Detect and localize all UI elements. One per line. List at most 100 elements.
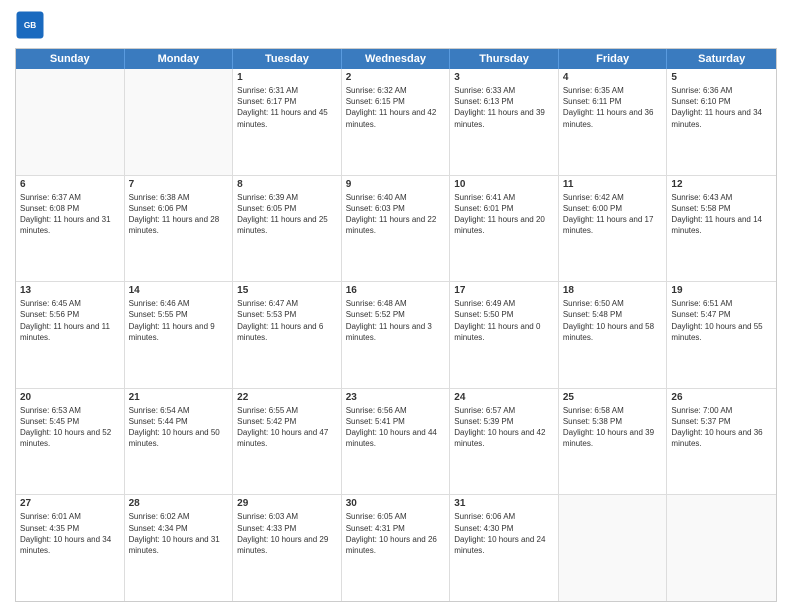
day-info: Sunrise: 6:40 AMSunset: 6:03 PMDaylight:… (346, 192, 446, 237)
calendar-day: 7 Sunrise: 6:38 AMSunset: 6:06 PMDaylight… (125, 176, 234, 282)
calendar-day: 20 Sunrise: 6:53 AMSunset: 5:45 PMDayligh… (16, 389, 125, 495)
weekday-header: Wednesday (342, 49, 451, 69)
day-number: 21 (129, 392, 229, 403)
day-info: Sunrise: 6:51 AMSunset: 5:47 PMDaylight:… (671, 298, 772, 343)
calendar-day: 28 Sunrise: 6:02 AMSunset: 4:34 PMDayligh… (125, 495, 234, 601)
day-number: 22 (237, 392, 337, 403)
calendar-day: 14Sunrise: 6:46 AMSunset: 5:55 PMDayligh… (125, 282, 234, 388)
weekday-header: Thursday (450, 49, 559, 69)
page: GB SundayMondayTuesdayWednesdayThursdayF… (0, 0, 792, 612)
day-number: 31 (454, 498, 554, 509)
day-number: 26 (671, 392, 772, 403)
day-info: Sunrise: 6:49 AMSunset: 5:50 PMDaylight:… (454, 298, 554, 343)
calendar-day: 24 Sunrise: 6:57 AMSunset: 5:39 PMDayligh… (450, 389, 559, 495)
day-number: 29 (237, 498, 337, 509)
day-info: Sunrise: 6:32 AMSunset: 6:15 PMDaylight:… (346, 85, 446, 130)
day-number: 20 (20, 392, 120, 403)
day-number: 10 (454, 179, 554, 190)
day-info: Sunrise: 6:31 AMSunset: 6:17 PMDaylight:… (237, 85, 337, 130)
day-number: 5 (671, 72, 772, 83)
weekday-header: Tuesday (233, 49, 342, 69)
day-number: 7 (129, 179, 229, 190)
day-info: Sunrise: 6:36 AMSunset: 6:10 PMDaylight:… (671, 85, 772, 130)
day-info: Sunrise: 6:02 AMSunset: 4:34 PMDaylight:… (129, 511, 229, 556)
day-number: 9 (346, 179, 446, 190)
day-number: 16 (346, 285, 446, 296)
calendar-day: 12Sunrise: 6:43 AMSunset: 5:58 PMDayligh… (667, 176, 776, 282)
calendar-empty (125, 69, 234, 175)
weekday-header: Saturday (667, 49, 776, 69)
calendar-day: 25 Sunrise: 6:58 AMSunset: 5:38 PMDayligh… (559, 389, 668, 495)
weekday-header: Friday (559, 49, 668, 69)
calendar-day: 3Sunrise: 6:33 AMSunset: 6:13 PMDaylight… (450, 69, 559, 175)
calendar-day: 19 Sunrise: 6:51 AMSunset: 5:47 PMDayligh… (667, 282, 776, 388)
calendar: SundayMondayTuesdayWednesdayThursdayFrid… (15, 48, 777, 602)
svg-text:GB: GB (24, 21, 36, 30)
day-info: Sunrise: 6:54 AMSunset: 5:44 PMDaylight:… (129, 405, 229, 450)
day-info: Sunrise: 6:58 AMSunset: 5:38 PMDaylight:… (563, 405, 663, 450)
calendar-day: 16 Sunrise: 6:48 AMSunset: 5:52 PMDayligh… (342, 282, 451, 388)
day-number: 23 (346, 392, 446, 403)
day-info: Sunrise: 6:06 AMSunset: 4:30 PMDaylight:… (454, 511, 554, 556)
weekday-header: Monday (125, 49, 234, 69)
header: GB (15, 10, 777, 40)
day-number: 24 (454, 392, 554, 403)
day-info: Sunrise: 6:01 AMSunset: 4:35 PMDaylight:… (20, 511, 120, 556)
day-number: 4 (563, 72, 663, 83)
calendar-day: 18 Sunrise: 6:50 AMSunset: 5:48 PMDayligh… (559, 282, 668, 388)
calendar-day: 5 Sunrise: 6:36 AMSunset: 6:10 PMDaylight… (667, 69, 776, 175)
day-info: Sunrise: 6:48 AMSunset: 5:52 PMDaylight:… (346, 298, 446, 343)
calendar-day: 26 Sunrise: 7:00 AMSunset: 5:37 PMDayligh… (667, 389, 776, 495)
calendar-empty (16, 69, 125, 175)
weekday-header: Sunday (16, 49, 125, 69)
day-number: 11 (563, 179, 663, 190)
day-info: Sunrise: 7:00 AMSunset: 5:37 PMDaylight:… (671, 405, 772, 450)
calendar-header: SundayMondayTuesdayWednesdayThursdayFrid… (16, 49, 776, 69)
day-info: Sunrise: 6:05 AMSunset: 4:31 PMDaylight:… (346, 511, 446, 556)
calendar-empty (559, 495, 668, 601)
day-number: 6 (20, 179, 120, 190)
calendar-row: 20 Sunrise: 6:53 AMSunset: 5:45 PMDayligh… (16, 388, 776, 495)
calendar-row: 1 Sunrise: 6:31 AMSunset: 6:17 PMDaylight… (16, 69, 776, 175)
calendar-empty (667, 495, 776, 601)
calendar-day: 8 Sunrise: 6:39 AMSunset: 6:05 PMDaylight… (233, 176, 342, 282)
day-number: 8 (237, 179, 337, 190)
day-number: 18 (563, 285, 663, 296)
day-number: 1 (237, 72, 337, 83)
calendar-row: 6 Sunrise: 6:37 AMSunset: 6:08 PMDaylight… (16, 175, 776, 282)
day-info: Sunrise: 6:47 AMSunset: 5:53 PMDaylight:… (237, 298, 337, 343)
calendar-day: 11 Sunrise: 6:42 AMSunset: 6:00 PMDayligh… (559, 176, 668, 282)
logo: GB (15, 10, 49, 40)
day-number: 25 (563, 392, 663, 403)
day-number: 2 (346, 72, 446, 83)
calendar-day: 23Sunrise: 6:56 AMSunset: 5:41 PMDayligh… (342, 389, 451, 495)
day-number: 14 (129, 285, 229, 296)
day-info: Sunrise: 6:03 AMSunset: 4:33 PMDaylight:… (237, 511, 337, 556)
day-number: 15 (237, 285, 337, 296)
day-info: Sunrise: 6:50 AMSunset: 5:48 PMDaylight:… (563, 298, 663, 343)
day-info: Sunrise: 6:57 AMSunset: 5:39 PMDaylight:… (454, 405, 554, 450)
day-info: Sunrise: 6:55 AMSunset: 5:42 PMDaylight:… (237, 405, 337, 450)
day-info: Sunrise: 6:39 AMSunset: 6:05 PMDaylight:… (237, 192, 337, 237)
calendar-day: 17 Sunrise: 6:49 AMSunset: 5:50 PMDayligh… (450, 282, 559, 388)
day-info: Sunrise: 6:37 AMSunset: 6:08 PMDaylight:… (20, 192, 120, 237)
day-number: 19 (671, 285, 772, 296)
calendar-row: 27 Sunrise: 6:01 AMSunset: 4:35 PMDayligh… (16, 494, 776, 601)
calendar-day: 21 Sunrise: 6:54 AMSunset: 5:44 PMDayligh… (125, 389, 234, 495)
calendar-row: 13Sunrise: 6:45 AMSunset: 5:56 PMDayligh… (16, 281, 776, 388)
calendar-day: 1 Sunrise: 6:31 AMSunset: 6:17 PMDaylight… (233, 69, 342, 175)
day-number: 28 (129, 498, 229, 509)
day-info: Sunrise: 6:53 AMSunset: 5:45 PMDaylight:… (20, 405, 120, 450)
logo-icon: GB (15, 10, 45, 40)
day-info: Sunrise: 6:35 AMSunset: 6:11 PMDaylight:… (563, 85, 663, 130)
day-info: Sunrise: 6:43 AMSunset: 5:58 PMDaylight:… (671, 192, 772, 237)
day-number: 3 (454, 72, 554, 83)
day-info: Sunrise: 6:42 AMSunset: 6:00 PMDaylight:… (563, 192, 663, 237)
calendar-day: 13Sunrise: 6:45 AMSunset: 5:56 PMDayligh… (16, 282, 125, 388)
calendar-day: 9 Sunrise: 6:40 AMSunset: 6:03 PMDaylight… (342, 176, 451, 282)
calendar-day: 29 Sunrise: 6:03 AMSunset: 4:33 PMDayligh… (233, 495, 342, 601)
calendar-day: 27 Sunrise: 6:01 AMSunset: 4:35 PMDayligh… (16, 495, 125, 601)
day-number: 17 (454, 285, 554, 296)
day-info: Sunrise: 6:38 AMSunset: 6:06 PMDaylight:… (129, 192, 229, 237)
day-number: 27 (20, 498, 120, 509)
